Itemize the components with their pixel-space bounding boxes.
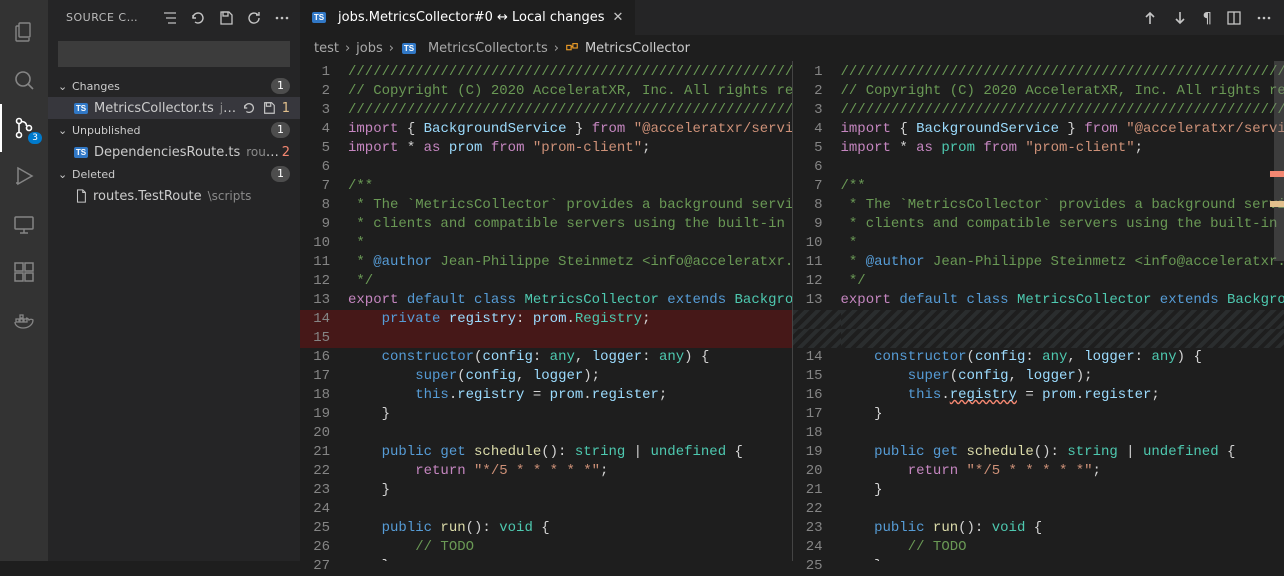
diff-modified-pane[interactable]: 123 456 789 101112 13 141516 171819 2021… [792,61,1284,561]
files-icon [12,20,36,44]
file-row-dependenciesroute[interactable]: TS DependenciesRoute.ts routes 2 [48,141,300,163]
chevron-right-icon: › [345,41,350,56]
file-name: DependenciesRoute.ts [94,145,240,160]
status-number: 2 [282,145,290,160]
activity-bar: 3 [0,0,48,561]
tab-bar: TS jobs.MetricsCollector#0 ↔ Local chang… [300,0,1284,35]
view-as-tree-icon[interactable] [162,10,178,26]
typescript-file-icon: TS [72,144,90,160]
save-all-icon[interactable] [218,10,234,26]
line-gutter-left: 123 456 789 101112 13 1415 161718 192021… [300,61,348,561]
diff-editor: 123 456 789 101112 13 1415 161718 192021… [300,61,1284,561]
count-badge: 1 [271,166,290,182]
activity-run[interactable] [0,152,48,200]
overview-mark-warning [1270,201,1284,207]
file-name: MetricsCollector.ts [94,101,214,116]
class-icon [565,41,579,55]
file-icon [72,189,90,203]
activity-explorer[interactable] [0,8,48,56]
activity-scm[interactable]: 3 [0,104,48,152]
extensions-icon [12,260,36,284]
breadcrumbs[interactable]: test › jobs › TS MetricsCollector.ts › Metr… [300,35,1284,61]
side-bar-title-label: SOURCE C… [66,11,162,24]
scm-badge: 3 [28,132,42,144]
section-label: Unpublished [72,124,271,137]
previous-change-icon[interactable] [1142,10,1158,26]
diff-original-pane[interactable]: 123 456 789 101112 13 1415 161718 192021… [300,61,792,561]
section-changes[interactable]: ⌄ Changes 1 [48,75,300,97]
next-change-icon[interactable] [1172,10,1188,26]
activity-remote[interactable] [0,200,48,248]
activity-extensions[interactable] [0,248,48,296]
discard-icon[interactable] [242,101,256,115]
file-row-metricscollector[interactable]: TS MetricsCollector.ts jobs 1 [48,97,300,119]
typescript-file-icon: TS [72,100,90,116]
count-badge: 1 [271,78,290,94]
chevron-right-icon: › [389,41,394,56]
code-left[interactable]: ////////////////////////////////////////… [348,61,792,561]
activity-docker[interactable] [0,296,48,344]
breadcrumb-item[interactable]: jobs [356,41,383,56]
save-icon[interactable] [262,101,276,115]
chevron-down-icon: ⌄ [58,124,72,137]
activity-search[interactable] [0,56,48,104]
split-editor-icon[interactable] [1226,10,1242,26]
overview-ruler[interactable] [1270,61,1284,561]
file-name: routes.TestRoute [93,189,202,204]
scrollbar-thumb[interactable] [1274,61,1284,261]
side-bar-title: SOURCE C… [48,0,300,35]
chevron-down-icon: ⌄ [58,80,72,93]
close-icon[interactable]: ✕ [610,10,625,25]
more-icon[interactable] [274,10,290,26]
section-deleted[interactable]: ⌄ Deleted 1 [48,163,300,185]
file-dir: \scripts [208,189,252,203]
breadcrumb-item[interactable]: test [314,41,339,56]
overview-mark-deleted [1270,171,1284,177]
refresh-icon[interactable] [246,10,262,26]
file-dir: routes [246,145,281,159]
file-row-routestestroute[interactable]: routes.TestRoute \scripts [48,185,300,207]
remote-icon [12,212,36,236]
editor-group: TS jobs.MetricsCollector#0 ↔ Local chang… [300,0,1284,561]
tab-title: jobs.MetricsCollector#0 ↔ Local changes [338,10,604,25]
run-icon [12,164,36,188]
chevron-right-icon: › [554,41,559,56]
whitespace-icon[interactable]: ¶ [1202,9,1212,27]
breadcrumb-item[interactable]: MetricsCollector.ts [428,41,548,56]
breadcrumb-item[interactable]: MetricsCollector [585,41,690,56]
typescript-file-icon: TS [310,10,328,26]
undo-icon[interactable] [190,10,206,26]
typescript-file-icon: TS [400,40,418,56]
status-number: 1 [282,101,290,116]
file-dir: jobs [220,101,242,115]
line-gutter-right: 123 456 789 101112 13 141516 171819 2021… [793,61,841,561]
editor-tab[interactable]: TS jobs.MetricsCollector#0 ↔ Local chang… [300,0,636,35]
more-icon[interactable] [1256,10,1272,26]
scm-message-input[interactable] [58,41,290,67]
count-badge: 1 [271,122,290,138]
chevron-down-icon: ⌄ [58,168,72,181]
search-icon [12,68,36,92]
section-label: Deleted [72,168,271,181]
tab-actions: ¶ [1142,0,1284,35]
side-bar: SOURCE C… ⌄ Changes 1 TS MetricsCollecto… [48,0,300,561]
section-label: Changes [72,80,271,93]
section-unpublished[interactable]: ⌄ Unpublished 1 [48,119,300,141]
code-right[interactable]: ////////////////////////////////////////… [841,61,1284,561]
docker-icon [12,308,36,332]
